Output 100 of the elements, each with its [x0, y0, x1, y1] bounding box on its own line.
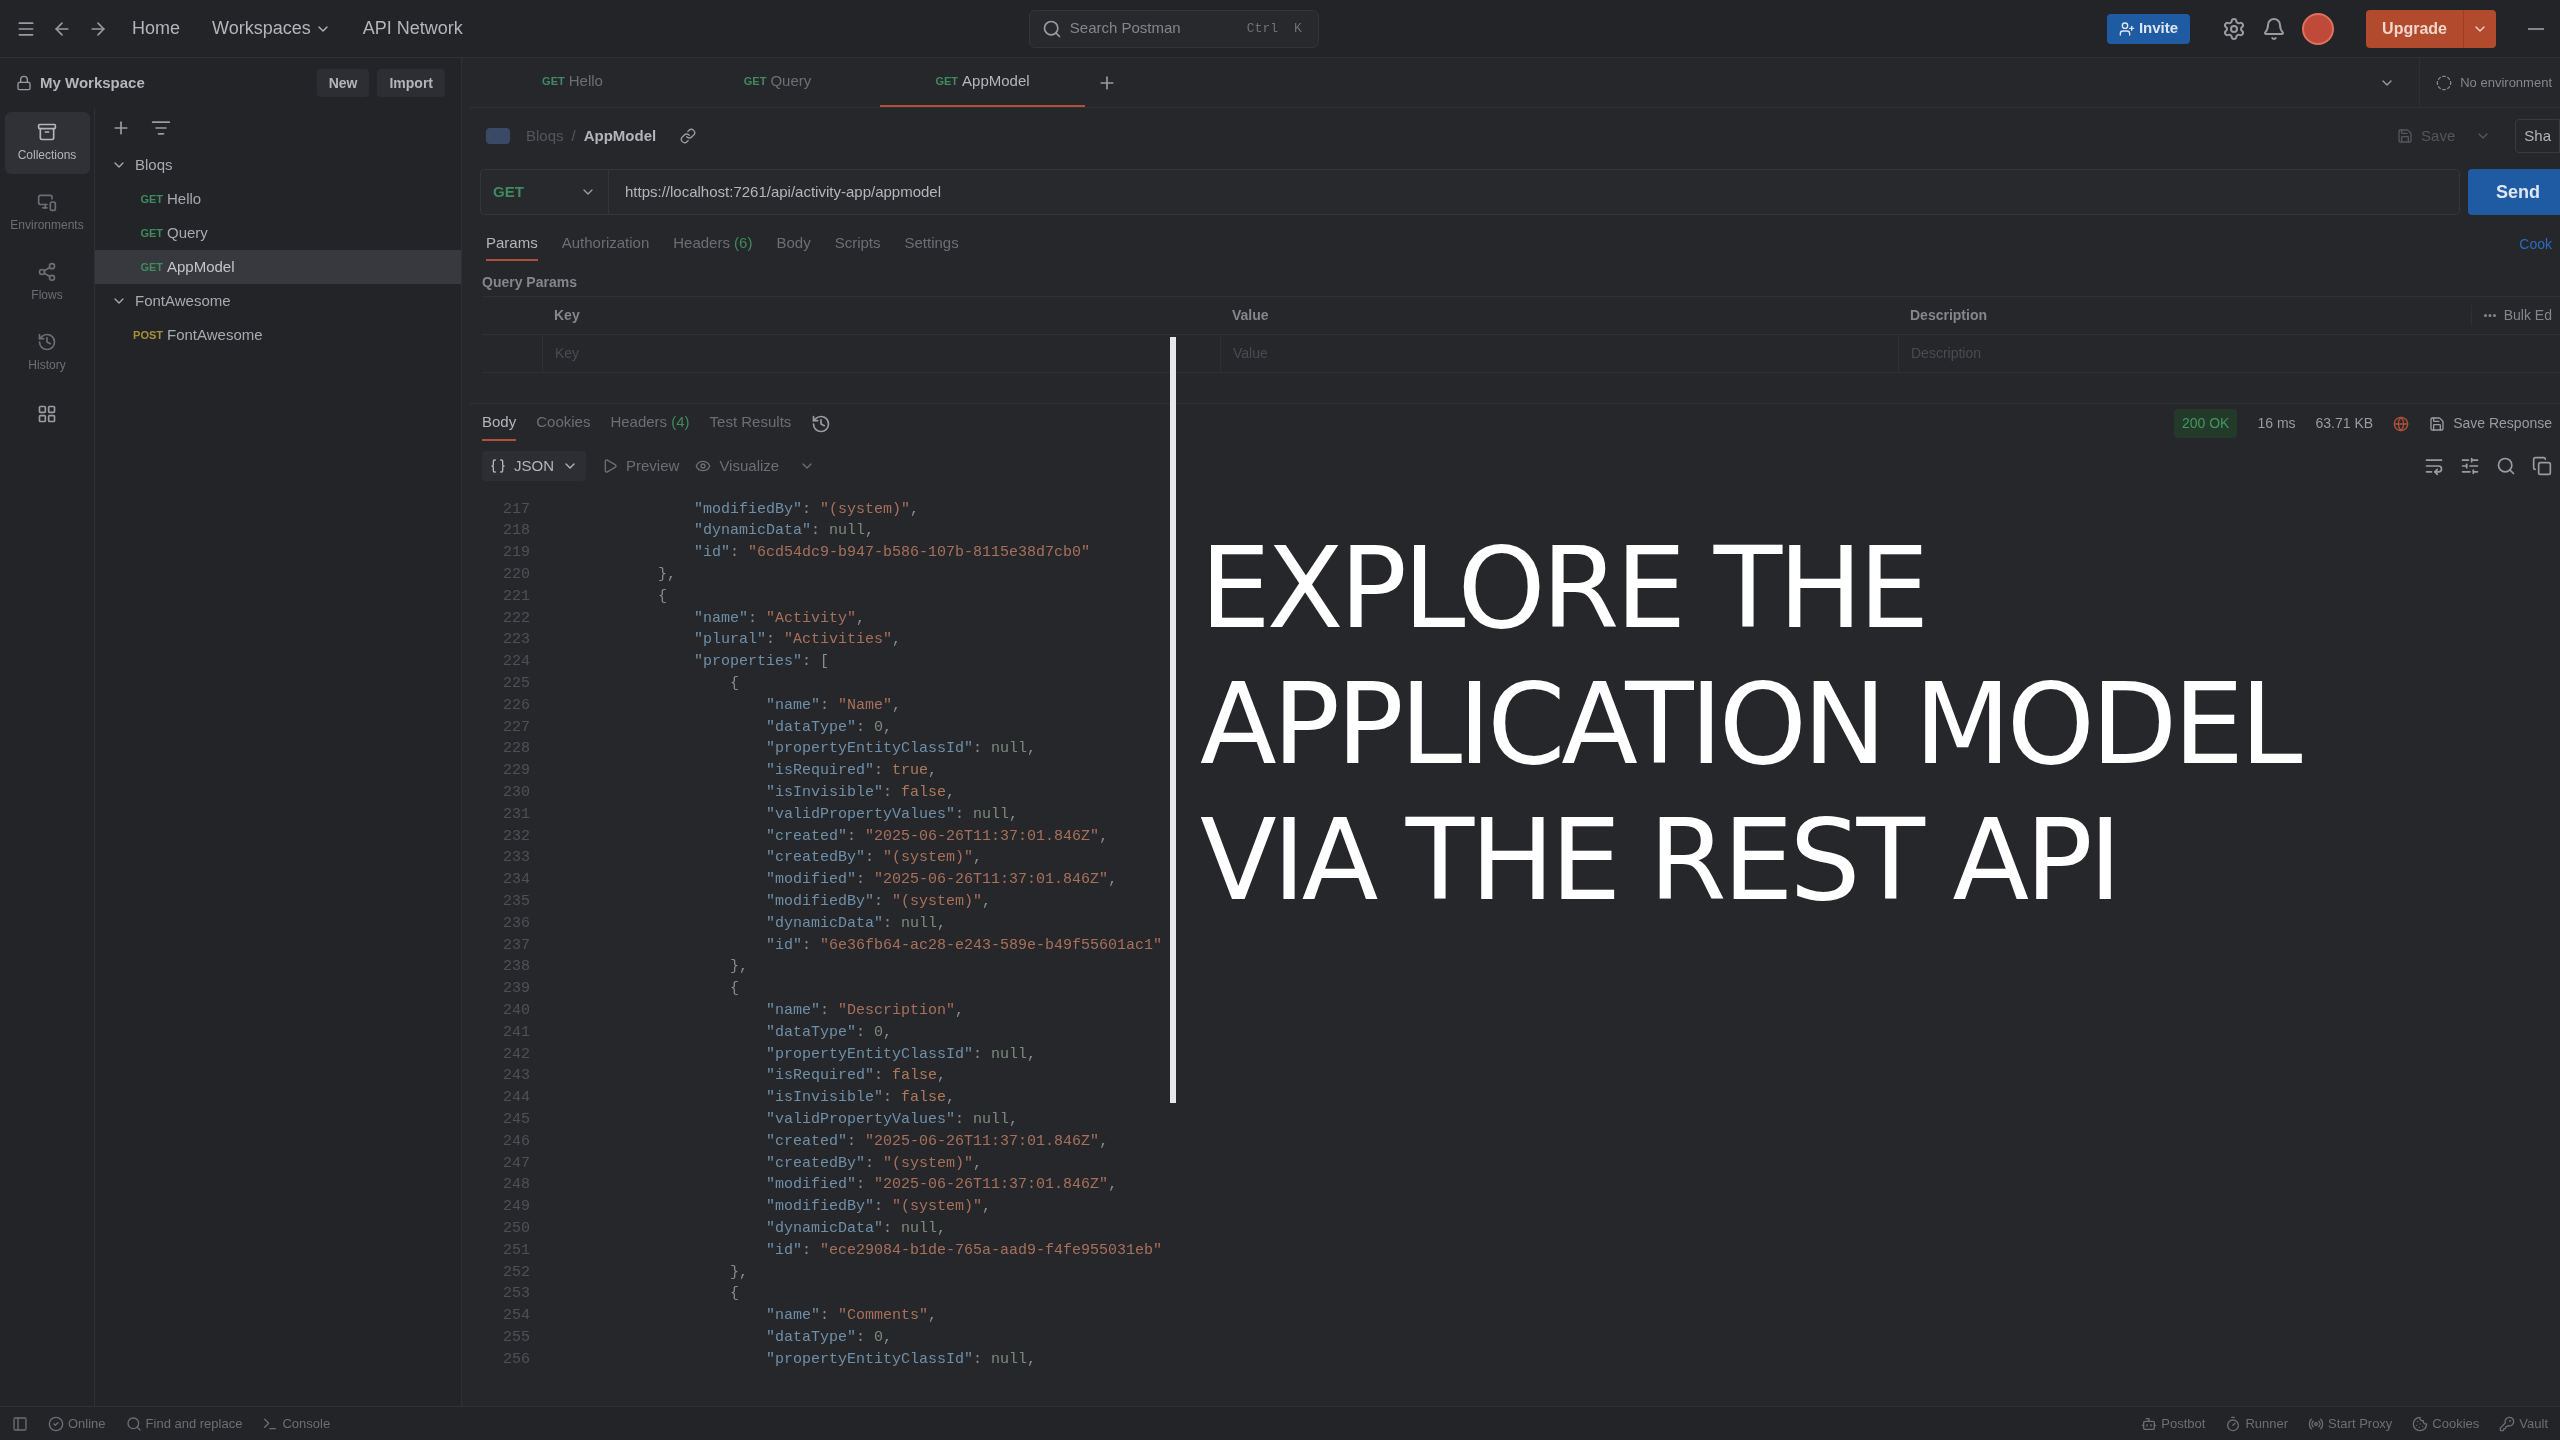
code-line: "id": "ece29084-b1de-765a-aad9-f4fe955031eb"	[765, 1240, 1163, 1261]
archive-icon	[37, 122, 57, 142]
code-line: "propertyEntityClassId": null,	[765, 1044, 1037, 1065]
request-item[interactable]: GET Hello	[95, 182, 461, 216]
key-icon	[2499, 1415, 2516, 1432]
column-header: Key	[553, 306, 581, 325]
share-button[interactable]: Sha	[2515, 119, 2560, 153]
breadcrumb-separator: /	[571, 125, 576, 146]
format-dropdown[interactable]: JSON	[482, 451, 586, 481]
status-bar-item[interactable]: Runner	[2225, 1413, 2289, 1434]
folder-item[interactable]: Bloqs	[95, 148, 461, 182]
request-section-tab[interactable]: Scripts	[834, 227, 881, 261]
search-field[interactable]: Search Postman Ctrl K	[1028, 9, 1319, 48]
request-section-tab[interactable]: Settings	[904, 227, 959, 261]
search-icon	[1041, 18, 1062, 39]
request-section-tab[interactable]: Body	[776, 227, 811, 261]
code-line: "name": "Name",	[765, 695, 902, 716]
code-line: "modifiedBy": "(system)",	[765, 892, 992, 912]
add-user-icon	[2118, 20, 2135, 37]
request-tab[interactable]: GET Query	[675, 58, 880, 107]
cookie-icon	[2412, 1415, 2429, 1432]
environment-selector[interactable]: No environment	[2419, 58, 2560, 107]
response-tab[interactable]: Test Results	[709, 406, 792, 441]
code-line: "propertyEntityClassId": null,	[765, 739, 1037, 760]
invite-button[interactable]: Invite	[2106, 13, 2191, 44]
request-section-tab[interactable]: Headers (6)	[673, 227, 753, 261]
code-line: "validPropertyValues": null,	[765, 1109, 1019, 1130]
avatar[interactable]	[2302, 12, 2335, 45]
status-bar-item[interactable]: Start Proxy	[2308, 1413, 2393, 1434]
save-icon	[2429, 415, 2446, 432]
visualize-button[interactable]: Visualize	[695, 454, 816, 478]
preview-button[interactable]: Preview	[602, 454, 680, 478]
request-tab[interactable]: GET Hello	[470, 58, 675, 107]
response-tab[interactable]: Cookies	[536, 406, 591, 441]
nav-link[interactable]: Workspaces	[204, 15, 339, 42]
code-line: "plural": "Activities",	[693, 630, 902, 651]
cookies-link[interactable]: Cook	[2519, 233, 2552, 255]
code-line: },	[729, 957, 749, 978]
sidebar-tab[interactable]: Collections	[4, 112, 90, 174]
wrap-icon	[2424, 456, 2444, 476]
upgrade-button[interactable]: Upgrade	[2366, 9, 2463, 48]
bulk-edit-button[interactable]: Bulk Ed	[2503, 305, 2552, 326]
save-response-button[interactable]: Save Response	[2429, 413, 2552, 434]
code-line: },	[657, 565, 677, 586]
workspace-button[interactable]: New	[316, 69, 370, 97]
sidebar-tab[interactable]: Environments	[4, 182, 90, 244]
code-line: {	[729, 979, 740, 1000]
request-tab[interactable]: GET AppModel	[880, 58, 1085, 107]
code-line: "isInvisible": false,	[765, 1088, 956, 1109]
status-bar-item[interactable]: Postbot	[2141, 1413, 2206, 1434]
status-bar-item[interactable]: Cookies	[2412, 1413, 2480, 1434]
lock-icon	[16, 75, 32, 91]
play-icon	[602, 458, 618, 474]
nav-link[interactable]: API Network	[354, 15, 471, 42]
status-bar-item[interactable]: Online	[48, 1413, 106, 1434]
column-header: Value	[1231, 306, 1270, 325]
code-line: "validPropertyValues": null,	[765, 804, 1019, 825]
code-line: "dynamicData": null,	[765, 1218, 947, 1239]
request-item[interactable]: POST FontAwesome	[95, 318, 461, 352]
code-line: {	[657, 586, 668, 607]
request-title: AppModel	[583, 125, 657, 146]
shortcut-key: Ctrl	[1242, 18, 1282, 39]
sidebar-tab[interactable]: History	[4, 322, 90, 384]
request-section-tab[interactable]: Authorization	[561, 227, 650, 261]
request-item[interactable]: GET AppModel	[95, 250, 461, 284]
more-icon[interactable]	[2483, 314, 2496, 317]
eye-icon	[695, 458, 712, 474]
code-line: "name": "Activity",	[693, 608, 866, 629]
workspace-button[interactable]: Import	[377, 69, 445, 97]
nav-link[interactable]: Home	[124, 15, 188, 42]
overlay-title-line: APPLICATION MODEL	[1200, 658, 2299, 791]
link-icon	[680, 128, 697, 144]
code-line: {	[729, 674, 740, 695]
code-line: "name": "Comments",	[765, 1306, 938, 1327]
folder-item[interactable]: FontAwesome	[95, 284, 461, 318]
send-button[interactable]: Send	[2468, 169, 2560, 215]
sidebar-tab[interactable]: Flows	[4, 252, 90, 314]
request-item[interactable]: GET Query	[95, 216, 461, 250]
method-label: POST	[133, 327, 163, 343]
response-tab[interactable]: Body	[482, 406, 517, 441]
code-line: },	[729, 1262, 749, 1283]
response-tab[interactable]: Headers (4)	[610, 406, 690, 441]
status-bar-item[interactable]: Find and replace	[125, 1413, 243, 1434]
grid-icon	[37, 404, 57, 424]
code-line: "modified": "2025-06-26T11:37:01.846Z",	[765, 870, 1118, 891]
code-line: "dynamicData": null,	[765, 913, 947, 934]
code-line: "modifiedBy": "(system)",	[693, 499, 920, 520]
code-line: "dataType": 0,	[765, 1327, 893, 1348]
search-icon	[2496, 456, 2516, 476]
filter-icon	[151, 118, 171, 138]
overlay-title-line: VIA THE REST API	[1200, 794, 2119, 927]
status-bar-item[interactable]: Console	[262, 1413, 331, 1434]
minimize-icon[interactable]	[2528, 27, 2544, 30]
url-bar[interactable]: GET https://localhost:7261/api/activity-app/appmodel	[480, 169, 2460, 215]
code-line: "propertyEntityClassId": null,	[765, 1349, 1037, 1370]
status-bar-item[interactable]: Vault	[2499, 1413, 2548, 1434]
request-section-tab[interactable]: Params	[486, 227, 538, 261]
upgrade-dropdown[interactable]	[2463, 9, 2496, 48]
notifications-icon	[2262, 16, 2287, 41]
sliders-icon	[2460, 456, 2480, 476]
